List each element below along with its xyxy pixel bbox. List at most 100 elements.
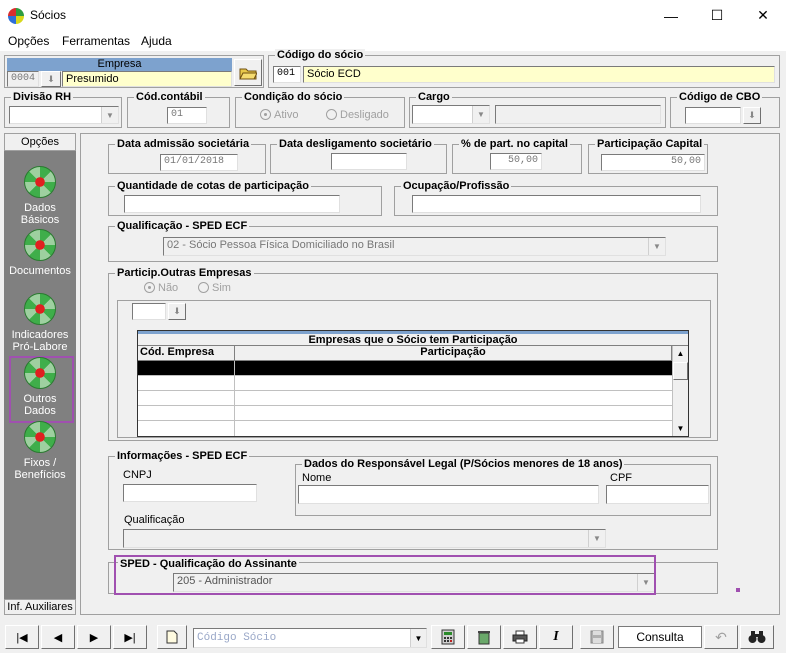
menu-ferramentas[interactable]: Ferramentas [62, 34, 130, 48]
sidebar-item-dados-basicos[interactable]: Dados Básicos [4, 166, 76, 226]
radio-ativo-button[interactable] [260, 109, 271, 120]
scroll-up-icon[interactable]: ▲ [673, 346, 688, 361]
qualificacao-sped-select[interactable]: 02 - Sócio Pessoa Física Domiciliado no … [163, 237, 666, 256]
table-row[interactable] [138, 361, 672, 376]
assinante-highlight: SPED - Qualificação do Assinante [114, 555, 656, 595]
cnpj-label: CNPJ [123, 469, 152, 481]
scroll-down-icon[interactable]: ▼ [673, 421, 688, 436]
chevron-down-icon[interactable]: ▼ [410, 629, 426, 647]
empresa-search-button[interactable]: ⬇ [168, 303, 186, 320]
cnpj-field[interactable] [123, 484, 257, 502]
empresa-name-field[interactable]: Presumido [62, 71, 232, 87]
italic-button[interactable]: I [539, 625, 573, 649]
radio-nao[interactable]: Não [144, 282, 178, 294]
folder-icon [239, 68, 257, 79]
empresas-grid: Empresas que o Sócio tem Participação Có… [137, 330, 689, 437]
empresa-lookup-button[interactable]: ⬇ [41, 71, 61, 87]
sidebar-item-fixos-beneficios[interactable]: Fixos / Benefícios [4, 421, 76, 481]
first-record-button[interactable]: |◀ [5, 625, 39, 649]
delete-button[interactable] [467, 625, 501, 649]
cbo-lookup-button[interactable]: ⬇ [743, 107, 761, 124]
print-button[interactable] [503, 625, 537, 649]
sidebar-item-indicadores[interactable]: Indicadores Pró-Labore [4, 293, 76, 353]
data-admissao-group: Data admissão societária 01/01/2018 [108, 138, 266, 174]
find-button[interactable] [740, 625, 774, 649]
cbo-group: Código de CBO ⬇ [670, 91, 780, 128]
table-row[interactable] [138, 391, 672, 406]
qualificacao-label: Qualificação [124, 514, 185, 526]
menu-ajuda[interactable]: Ajuda [141, 34, 172, 48]
data-desligamento-group: Data desligamento societário [270, 138, 447, 174]
globe-icon [24, 357, 56, 389]
cod-contabil-field[interactable]: 01 [167, 107, 207, 124]
empresa-search-field[interactable] [132, 303, 166, 320]
menu-opcoes[interactable]: Opções [8, 34, 49, 48]
radio-sim-button[interactable] [198, 282, 209, 293]
calculator-icon [441, 629, 455, 645]
search-socio-select[interactable]: Código Sócio [193, 628, 427, 648]
prev-record-button[interactable]: ◀ [41, 625, 75, 649]
scroll-thumb[interactable] [673, 362, 688, 380]
undo-button[interactable]: ↶ [704, 625, 738, 649]
app-icon [8, 8, 24, 24]
nome-field[interactable] [298, 485, 599, 504]
qualificacao-sped-group: Qualificação - SPED ECF 02 - Sócio Pesso… [108, 220, 718, 262]
last-record-button[interactable]: ▶| [113, 625, 147, 649]
radio-nao-button[interactable] [144, 282, 155, 293]
sidebar-footer[interactable]: Inf. Auxiliares [4, 599, 76, 615]
cbo-label: Código de CBO [677, 91, 763, 103]
down-arrow-icon: ⬇ [47, 73, 55, 84]
table-row[interactable] [138, 376, 672, 391]
cod-contabil-label: Cód.contábil [134, 91, 205, 103]
socio-name-field[interactable]: Sócio ECD [303, 66, 775, 83]
table-row[interactable] [138, 421, 672, 436]
window-title: Sócios [30, 8, 67, 22]
chevron-down-icon[interactable]: ▼ [648, 238, 665, 255]
radio-desligado[interactable]: Desligado [326, 109, 389, 121]
grid-col-cod-empresa[interactable]: Cód. Empresa [138, 346, 235, 361]
data-desligamento-field[interactable] [331, 153, 407, 170]
perc-capital-field[interactable]: 50,00 [490, 153, 542, 170]
trash-icon [478, 631, 490, 645]
sidebar-item-documentos[interactable]: Documentos [4, 229, 76, 277]
cpf-field[interactable] [606, 485, 709, 504]
open-folder-button[interactable] [234, 59, 262, 86]
globe-icon [24, 166, 56, 198]
radio-sim[interactable]: Sim [198, 282, 231, 294]
socio-code-field[interactable]: 001 [273, 66, 301, 83]
save-button[interactable] [580, 625, 614, 649]
new-record-button[interactable] [157, 625, 187, 649]
radio-desligado-button[interactable] [326, 109, 337, 120]
first-icon: |◀ [16, 631, 28, 644]
qtd-cotas-group: Quantidade de cotas de participação [108, 180, 382, 216]
condicao-label: Condição do sócio [242, 91, 345, 103]
qtd-cotas-field[interactable] [124, 195, 340, 213]
sidebar-item-outros-dados[interactable]: Outros Dados [4, 357, 76, 417]
qualificacao-select[interactable] [123, 529, 606, 548]
save-icon [590, 630, 604, 644]
data-desligamento-label: Data desligamento societário [277, 138, 434, 150]
chevron-down-icon[interactable]: ▼ [588, 530, 605, 547]
ocupacao-field[interactable] [412, 195, 701, 213]
data-admissao-field[interactable]: 01/01/2018 [160, 154, 238, 171]
minimize-icon[interactable]: — [648, 0, 694, 31]
nome-label: Nome [302, 472, 332, 484]
maximize-icon[interactable]: ☐ [694, 0, 740, 31]
cargo-description-field [495, 105, 661, 124]
grid-scrollbar[interactable]: ▲ ▼ [672, 346, 688, 436]
next-record-button[interactable]: ▶ [77, 625, 111, 649]
mode-indicator: Consulta [618, 626, 702, 648]
outras-empresas-group: Particip.Outras Empresas Não Sim ⬇ Empre… [108, 267, 718, 441]
chevron-down-icon[interactable]: ▼ [472, 106, 489, 123]
codigo-socio-label: Código do sócio [275, 49, 366, 61]
participacao-capital-field[interactable]: 50,00 [601, 154, 705, 171]
radio-ativo[interactable]: Ativo [260, 109, 298, 121]
empresa-code-field[interactable]: 0004 [7, 71, 39, 87]
cbo-field[interactable] [685, 107, 741, 124]
table-row[interactable] [138, 406, 672, 421]
close-icon[interactable]: ✕ [740, 0, 786, 31]
chevron-down-icon[interactable]: ▼ [101, 107, 118, 123]
calculator-button[interactable] [431, 625, 465, 649]
next-icon: ▶ [89, 631, 99, 644]
grid-col-participacao[interactable]: Participação [235, 346, 672, 361]
